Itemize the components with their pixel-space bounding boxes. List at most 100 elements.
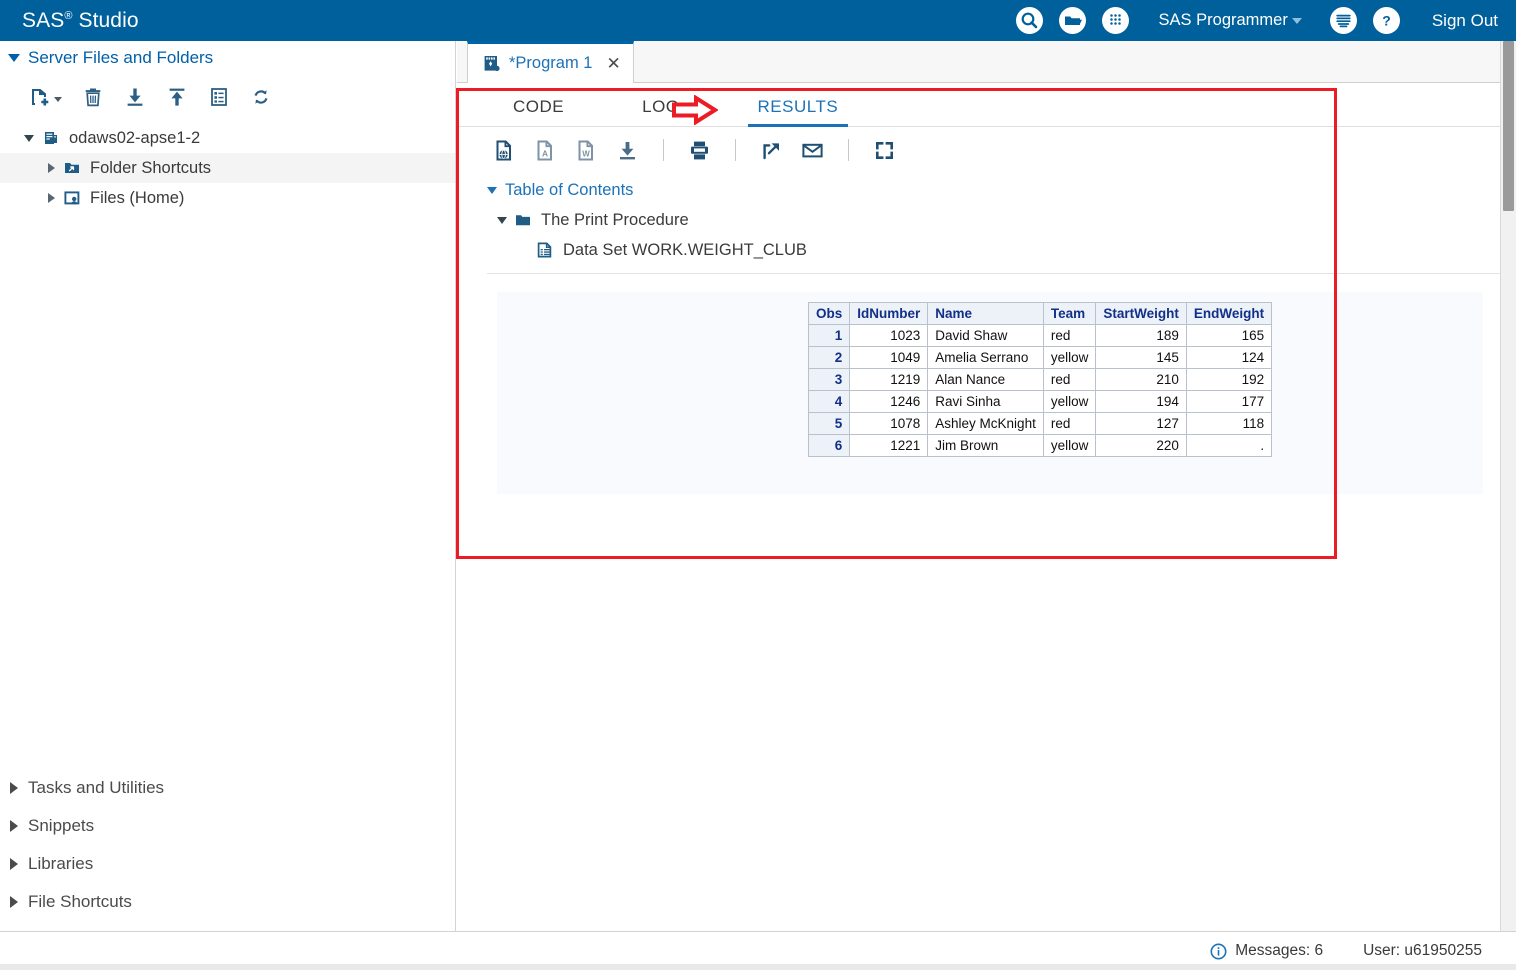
- tree-node-files-home[interactable]: Files (Home): [0, 183, 455, 213]
- cell-obs: 6: [807, 434, 851, 457]
- document-tab-program-1[interactable]: *Program 1 ✕: [467, 41, 634, 83]
- cell-team: red: [1042, 324, 1097, 347]
- tree-node-folder-shortcuts[interactable]: Folder Shortcuts: [0, 153, 455, 183]
- proc-print-table: Obs IdNumber Name Team StartWeight EndWe…: [807, 302, 1273, 457]
- cell-obs: 4: [807, 390, 851, 413]
- cell-startweight: 194: [1095, 390, 1187, 413]
- server-icon: [41, 128, 61, 148]
- toc-node-print-procedure[interactable]: The Print Procedure: [487, 205, 1516, 235]
- user-label: User: u61950255: [1363, 942, 1482, 959]
- maximize-icon[interactable]: [873, 139, 896, 162]
- sidebar-sections: Tasks and Utilities Snippets Libraries F…: [0, 769, 455, 921]
- scrollbar-thumb[interactable]: [1503, 41, 1514, 211]
- sidebar-item-file-shortcuts[interactable]: File Shortcuts: [0, 883, 455, 921]
- chevron-down-icon: [8, 54, 20, 62]
- svg-text:W: W: [582, 149, 590, 158]
- toc-divider: [487, 273, 1502, 274]
- registered-mark: ®: [64, 9, 73, 22]
- chevron-right-icon: [10, 858, 18, 870]
- messages-status[interactable]: Messages: 6: [1210, 942, 1323, 960]
- tab-results[interactable]: RESULTS: [747, 97, 848, 127]
- toolbar-divider: [735, 139, 736, 161]
- search-icon[interactable]: [1015, 7, 1043, 34]
- server-files-and-folders-header[interactable]: Server Files and Folders: [0, 41, 455, 75]
- cell-idnumber: 1246: [849, 390, 929, 413]
- tab-code[interactable]: CODE: [507, 97, 570, 126]
- folder-shortcut-icon: [62, 158, 82, 178]
- cell-endweight: .: [1185, 434, 1273, 457]
- role-selector-label[interactable]: SAS Programmer: [1159, 11, 1288, 30]
- sidebar-item-tasks-and-utilities[interactable]: Tasks and Utilities: [0, 769, 455, 807]
- tree-node-server[interactable]: odaws02-apse1-2: [0, 123, 455, 153]
- cell-endweight: 165: [1185, 324, 1273, 347]
- download-icon[interactable]: [124, 86, 146, 108]
- chevron-down-icon[interactable]: [54, 96, 62, 102]
- chevron-down-icon[interactable]: [487, 186, 497, 194]
- apps-grid-icon[interactable]: [1101, 7, 1129, 34]
- expand-collapse-icon[interactable]: [497, 216, 507, 224]
- upload-icon[interactable]: [166, 86, 188, 108]
- sidebar-item-libraries[interactable]: Libraries: [0, 845, 455, 883]
- toolbar-divider: [663, 139, 664, 161]
- open-in-new-window-icon[interactable]: [760, 139, 783, 162]
- tab-log[interactable]: LOG: [636, 97, 685, 126]
- word-output-icon[interactable]: W: [575, 139, 598, 162]
- cell-team: yellow: [1042, 434, 1097, 457]
- column-header-idnumber: IdNumber: [849, 302, 929, 325]
- sas-studio-window: SAS® Studio SAS Programmer ? Sign Out Se…: [0, 0, 1516, 970]
- tree-node-label: Folder Shortcuts: [90, 158, 212, 177]
- toc-root-node[interactable]: Table of Contents: [487, 175, 1516, 205]
- column-header-obs: Obs: [807, 302, 851, 325]
- cell-startweight: 127: [1095, 412, 1187, 435]
- cell-endweight: 177: [1185, 390, 1273, 413]
- chevron-down-icon[interactable]: [1291, 17, 1302, 24]
- html-output-icon[interactable]: [493, 139, 516, 162]
- vertical-scrollbar[interactable]: [1500, 41, 1516, 931]
- cell-idnumber: 1049: [849, 346, 929, 369]
- table-header-row: Obs IdNumber Name Team StartWeight EndWe…: [807, 302, 1273, 325]
- options-menu-icon[interactable]: [1329, 7, 1357, 34]
- sign-out-button[interactable]: Sign Out: [1432, 11, 1498, 31]
- column-header-startweight: StartWeight: [1095, 302, 1187, 325]
- table-row: 3 1219 Alan Nance red 210 192: [807, 368, 1273, 391]
- cell-idnumber: 1078: [849, 412, 929, 435]
- table-of-contents: Table of Contents The Print Procedure Da…: [457, 173, 1516, 265]
- pdf-output-icon[interactable]: A: [534, 139, 557, 162]
- expand-collapse-icon[interactable]: [48, 193, 55, 203]
- sidebar-item-snippets[interactable]: Snippets: [0, 807, 455, 845]
- svg-text:?: ?: [1382, 12, 1391, 28]
- expand-collapse-icon[interactable]: [48, 163, 55, 173]
- table-row: 4 1246 Ravi Sinha yellow 194 177: [807, 390, 1273, 413]
- dataset-icon: [535, 240, 555, 260]
- properties-icon[interactable]: [208, 86, 230, 108]
- left-sidebar: Server Files and Folders odaws02-apse1-2…: [0, 41, 456, 931]
- delete-icon[interactable]: [82, 86, 104, 108]
- toc-node-dataset[interactable]: Data Set WORK.WEIGHT_CLUB: [487, 235, 1516, 265]
- cell-name: Amelia Serrano: [927, 346, 1044, 369]
- cell-name: Alan Nance: [927, 368, 1044, 391]
- cell-obs: 3: [807, 368, 851, 391]
- refresh-icon[interactable]: [250, 86, 272, 108]
- cell-name: Ashley McKnight: [927, 412, 1044, 435]
- close-icon[interactable]: ✕: [606, 55, 620, 72]
- home-files-icon: [62, 188, 82, 208]
- cell-endweight: 192: [1185, 368, 1273, 391]
- cell-name: Ravi Sinha: [927, 390, 1044, 413]
- column-header-name: Name: [927, 302, 1044, 325]
- cell-team: yellow: [1042, 390, 1097, 413]
- cell-team: red: [1042, 368, 1097, 391]
- program-icon: [482, 54, 501, 73]
- document-tab-label: *Program 1: [509, 54, 593, 72]
- email-icon[interactable]: [801, 139, 824, 162]
- sidebar-item-label: Libraries: [28, 854, 94, 873]
- cell-startweight: 189: [1095, 324, 1187, 347]
- open-folder-icon[interactable]: [1058, 7, 1086, 34]
- new-icon[interactable]: [28, 86, 62, 108]
- folder-icon: [513, 210, 533, 230]
- help-icon[interactable]: ?: [1372, 7, 1400, 34]
- download-results-icon[interactable]: [616, 139, 639, 162]
- cell-idnumber: 1221: [849, 434, 929, 457]
- print-icon[interactable]: [688, 139, 711, 162]
- expand-collapse-icon[interactable]: [24, 134, 34, 142]
- toc-node-label: Data Set WORK.WEIGHT_CLUB: [563, 240, 807, 259]
